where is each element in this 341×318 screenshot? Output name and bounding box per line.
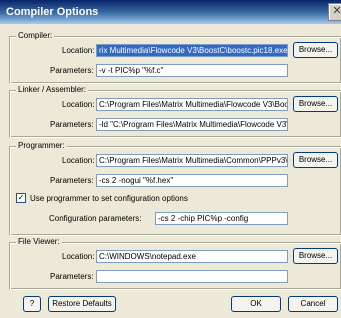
checkmark-icon: ✓ xyxy=(17,193,25,202)
config-parameters-field[interactable]: -cs 2 -chip PIC%p -config xyxy=(155,212,288,225)
compiler-browse-button[interactable]: Browse... xyxy=(293,42,338,58)
programmer-parameters-label: Parameters: xyxy=(50,176,94,185)
linker-group: Linker / Assembler: Location: C:\Program… xyxy=(9,85,341,138)
linker-location-label: Location: xyxy=(62,100,95,109)
compiler-parameters-field[interactable]: -v -t PIC%p "%f.c" xyxy=(96,64,288,77)
compiler-group: Compiler: Location: rix Multimedia\Flowc… xyxy=(9,31,341,84)
file-viewer-group-title: File Viewer: xyxy=(16,237,62,246)
file-viewer-parameters-label: Parameters: xyxy=(50,272,94,281)
linker-group-title: Linker / Assembler: xyxy=(16,85,89,94)
cancel-button[interactable]: Cancel xyxy=(288,296,338,312)
programmer-location-label: Location: xyxy=(62,156,95,165)
window-title: Compiler Options xyxy=(6,6,99,18)
title-bar[interactable]: Compiler Options ✕ xyxy=(0,0,341,24)
compiler-group-title: Compiler: xyxy=(16,31,55,40)
programmer-parameters-field[interactable]: -cs 2 -nogui "%f.hex" xyxy=(96,174,288,187)
config-parameters-label: Configuration parameters: xyxy=(49,214,142,223)
programmer-group: Programmer: Location: C:\Program Files\M… xyxy=(9,141,341,236)
use-programmer-config-label: Use programmer to set configuration opti… xyxy=(30,194,188,203)
compiler-location-label: Location: xyxy=(62,46,95,55)
file-viewer-location-field[interactable]: C:\WINDOWS\notepad.exe xyxy=(96,250,288,263)
linker-parameters-field[interactable]: -ld "C:\Program Files\Matrix Multimedia\… xyxy=(96,118,288,131)
file-viewer-group: File Viewer: Location: C:\WINDOWS\notepa… xyxy=(9,237,341,290)
linker-browse-button[interactable]: Browse... xyxy=(293,96,338,112)
file-viewer-parameters-field[interactable] xyxy=(96,270,288,283)
close-icon: ✕ xyxy=(332,5,341,17)
file-viewer-location-label: Location: xyxy=(62,252,95,261)
compiler-location-field[interactable]: rix Multimedia\Flowcode V3\BoostC\boostc… xyxy=(96,44,288,57)
programmer-location-field[interactable]: C:\Program Files\Matrix Multimedia\Commo… xyxy=(96,154,288,167)
programmer-browse-button[interactable]: Browse... xyxy=(293,152,338,168)
ok-button[interactable]: OK xyxy=(231,296,281,312)
linker-location-field[interactable]: C:\Program Files\Matrix Multimedia\Flowc… xyxy=(96,98,288,111)
use-programmer-config-checkbox[interactable]: ✓ xyxy=(16,193,26,203)
restore-defaults-button[interactable]: Restore Defaults xyxy=(48,296,116,312)
programmer-group-title: Programmer: xyxy=(16,141,67,150)
compiler-options-dialog: Compiler Options ✕ Compiler: Location: r… xyxy=(0,0,341,318)
compiler-parameters-label: Parameters: xyxy=(50,66,94,75)
file-viewer-browse-button[interactable]: Browse... xyxy=(293,248,338,264)
help-button[interactable]: ? xyxy=(23,296,41,312)
linker-parameters-label: Parameters: xyxy=(50,120,94,129)
close-button[interactable]: ✕ xyxy=(328,3,341,21)
